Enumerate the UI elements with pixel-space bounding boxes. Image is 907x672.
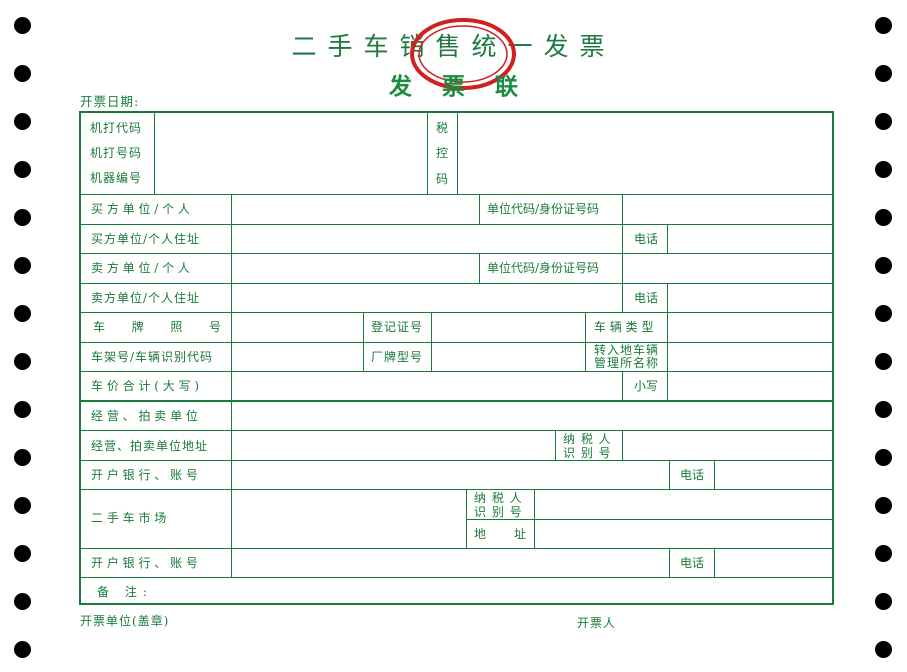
auction-address-label: 经营、拍卖单位地址 — [91, 439, 209, 453]
perforation-hole — [14, 161, 31, 178]
market-bank-account-label: 开 户 银 行 、 账 号 — [91, 556, 198, 570]
invoice-form: 机打代码 机打号码 机器编号 税 控 码 买 方 单 位 / 个 人 单位代码/… — [79, 111, 834, 605]
buyer-phone-label: 电话 — [634, 232, 659, 246]
perforation-hole — [14, 593, 31, 610]
bank-account-label: 开 户 银 行 、 账 号 — [91, 468, 198, 482]
vehicle-type-label: 车 辆 类 型 — [594, 320, 654, 334]
tax-control-label-2: 控 — [436, 146, 449, 160]
perforation-hole — [875, 305, 892, 322]
model-label: 厂牌型号 — [371, 350, 424, 364]
perforation-hole — [14, 401, 31, 418]
invoice-date-label: 开票日期: — [80, 94, 140, 109]
perforation-hole — [14, 497, 31, 514]
perforation-hole — [14, 353, 31, 370]
tax-control-label-1: 税 — [436, 121, 449, 135]
perforation-hole — [14, 113, 31, 130]
perforation-hole — [14, 257, 31, 274]
perforation-hole — [875, 209, 892, 226]
auction-taxpayer-id-label-1: 纳 税 人 — [563, 432, 612, 446]
buyer-address-label: 买方单位/个人住址 — [91, 232, 201, 246]
auction-taxpayer-id-label-2: 识 别 号 — [563, 446, 612, 460]
perforation-hole — [14, 449, 31, 466]
seller-unit-code-label: 单位代码/身份证号码 — [487, 261, 600, 275]
perforation-hole — [14, 641, 31, 658]
market-taxpayer-id-label-2: 识 别 号 — [474, 505, 523, 519]
perforation-hole — [14, 305, 31, 322]
total-price-label: 车 价 合 计 ( 大 写 ) — [91, 379, 200, 393]
machine-number-label: 机打号码 — [90, 146, 143, 160]
transfer-office-label-1: 转入地车辆 — [594, 343, 660, 357]
auction-unit-label: 经 营 、 拍 卖 单 位 — [91, 409, 198, 423]
seller-label: 卖 方 单 位 / 个 人 — [91, 261, 190, 275]
seller-address-label: 卖方单位/个人住址 — [91, 291, 201, 305]
issuer-unit-label: 开票单位(盖章) — [80, 614, 170, 628]
plate-number-label: 车牌照号 — [93, 320, 221, 334]
market-address-label: 地址 — [474, 527, 526, 541]
perforation-hole — [875, 641, 892, 658]
perforation-hole — [875, 161, 892, 178]
tax-control-label-3: 码 — [436, 172, 449, 186]
transfer-office-label-2: 管理所名称 — [594, 356, 660, 370]
perforation-hole — [875, 593, 892, 610]
small-letter-label: 小写 — [634, 379, 659, 393]
machine-serial-label: 机器编号 — [90, 171, 143, 185]
perforation-hole — [875, 497, 892, 514]
remarks-label: 备 注: — [97, 585, 153, 599]
registration-no-label: 登记证号 — [371, 320, 424, 334]
bank-phone-label: 电话 — [680, 468, 705, 482]
vin-label: 车架号/车辆识别代码 — [91, 350, 214, 364]
issuer-label: 开票人 — [577, 616, 617, 630]
market-taxpayer-id-label-1: 纳 税 人 — [474, 491, 523, 505]
market-phone-label: 电话 — [680, 556, 705, 570]
perforation-hole — [875, 353, 892, 370]
perforation-hole — [14, 545, 31, 562]
buyer-label: 买 方 单 位 / 个 人 — [91, 202, 190, 216]
market-label: 二 手 车 市 场 — [91, 511, 167, 525]
buyer-unit-code-label: 单位代码/身份证号码 — [487, 202, 600, 216]
perforation-hole — [875, 113, 892, 130]
perforation-hole — [875, 257, 892, 274]
perforation-hole — [875, 545, 892, 562]
seller-phone-label: 电话 — [634, 291, 659, 305]
perforation-hole — [875, 401, 892, 418]
perforation-hole — [875, 449, 892, 466]
machine-code-label: 机打代码 — [90, 121, 143, 135]
perforation-hole — [14, 209, 31, 226]
